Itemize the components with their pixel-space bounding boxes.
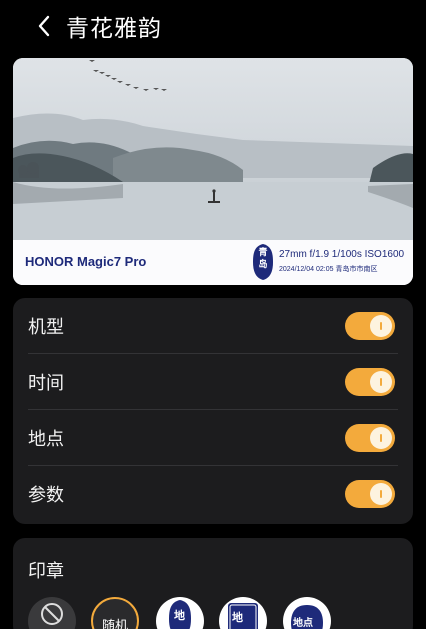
option-row-model: 机型 — [13, 298, 413, 354]
seal-glyph: 地点 — [293, 618, 313, 629]
params-toggle[interactable] — [345, 480, 395, 508]
toggle-knob — [370, 371, 392, 393]
seal-section-title: 印章 — [28, 561, 64, 582]
header-bar: 青花雅韵 — [0, 0, 426, 52]
preview-photo — [13, 58, 413, 240]
watermark-seal-text: 青岛 — [258, 248, 268, 270]
option-row-time: 时间 — [13, 354, 413, 410]
no-seal-icon — [41, 603, 63, 625]
seal-glyph: 地 — [232, 611, 243, 624]
option-label: 地点 — [28, 429, 64, 450]
seal-option-1[interactable]: 地 — [156, 597, 204, 629]
toggle-knob — [370, 483, 392, 505]
seal-option-none[interactable] — [28, 597, 76, 629]
seal-option-3[interactable]: 地点 — [283, 597, 331, 629]
back-button[interactable] — [24, 6, 64, 46]
watermark-datetime-location: 2024/12/04 02:05 青岛市市南区 — [279, 266, 378, 273]
model-toggle[interactable] — [345, 312, 395, 340]
seal-option-random[interactable]: 随机 — [91, 597, 139, 629]
seal-glyph: 地 — [174, 609, 185, 622]
option-label: 时间 — [28, 373, 64, 394]
option-label: 机型 — [28, 317, 64, 338]
option-label: 参数 — [28, 485, 64, 506]
toggle-knob — [370, 315, 392, 337]
watermark-strip: HONOR Magic7 Pro 青岛 27mm f/1.9 1/100s IS… — [13, 240, 413, 285]
toggle-knob — [370, 427, 392, 449]
chevron-left-icon — [38, 15, 50, 37]
watermark-preview: HONOR Magic7 Pro 青岛 27mm f/1.9 1/100s IS… — [13, 58, 413, 285]
seal-option-2[interactable]: 地 — [219, 597, 267, 629]
watermark-params: 27mm f/1.9 1/100s ISO1600 — [279, 249, 405, 260]
seal-section: 印章 随机 地 地 地点 — [13, 538, 413, 629]
watermark-options-list: 机型 时间 地点 参数 — [13, 298, 413, 524]
option-row-params: 参数 — [13, 466, 413, 522]
watermark-brand: HONOR Magic7 Pro — [25, 254, 147, 269]
option-row-location: 地点 — [13, 410, 413, 466]
time-toggle[interactable] — [345, 368, 395, 396]
page-title: 青花雅韵 — [66, 16, 162, 42]
location-toggle[interactable] — [345, 424, 395, 452]
random-label: 随机 — [101, 618, 128, 629]
